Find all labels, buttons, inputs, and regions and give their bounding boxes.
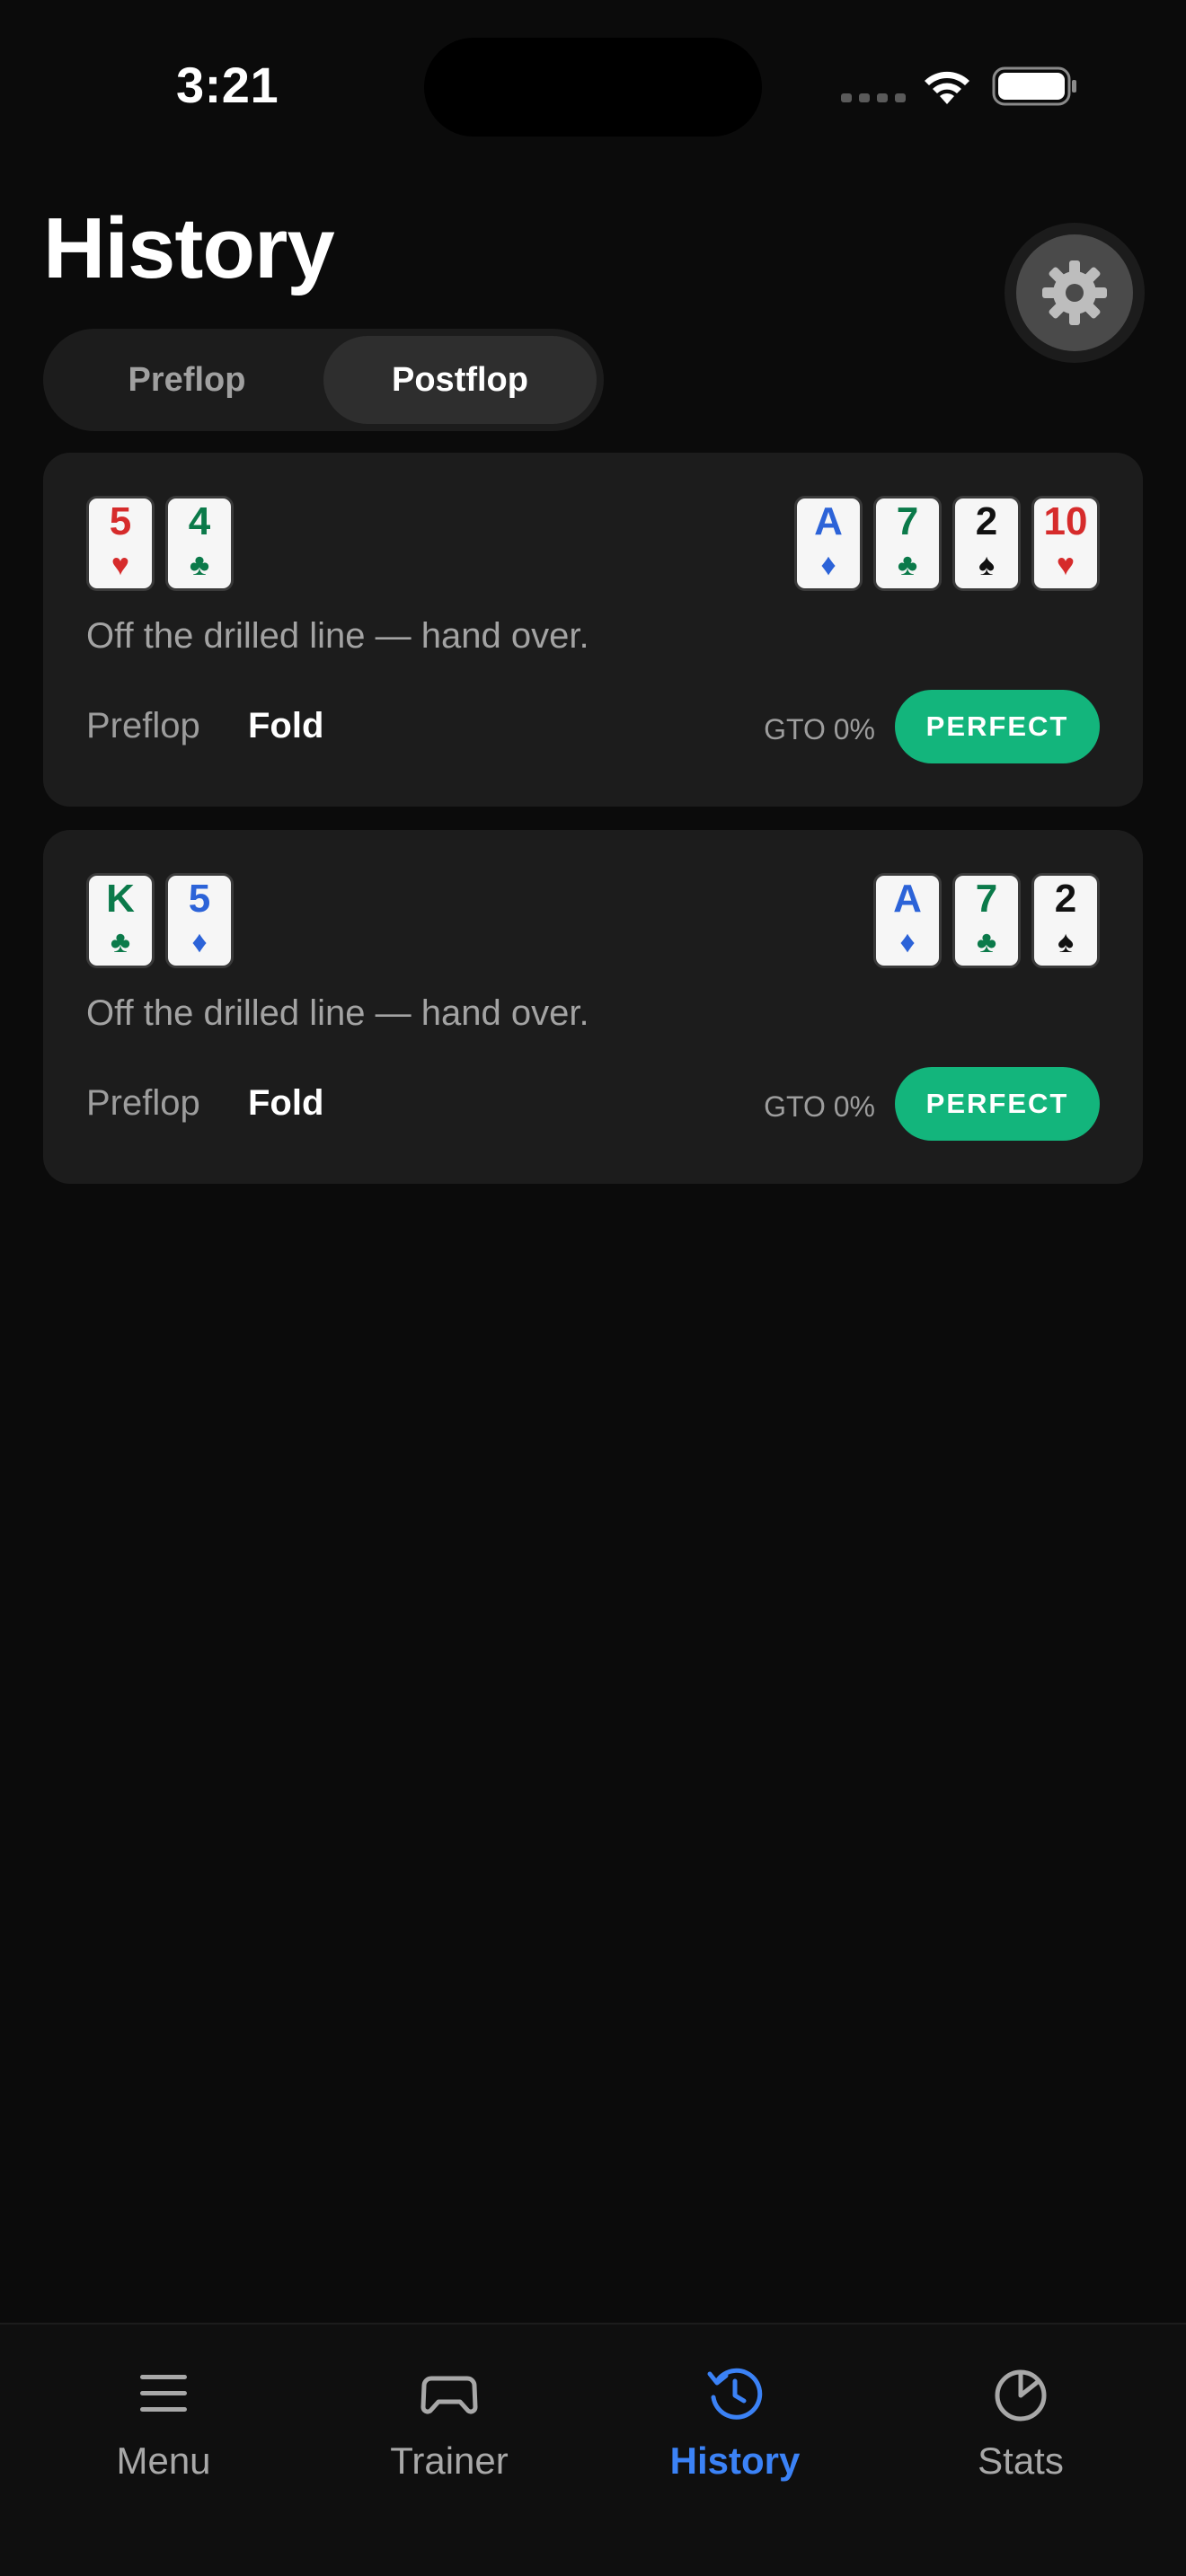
- playing-card: 2 ♠: [952, 496, 1021, 591]
- card-rank: A: [893, 877, 922, 921]
- street-label: Preflop: [86, 706, 200, 745]
- tab-menu[interactable]: Menu: [56, 2360, 271, 2483]
- card-rank: 5: [109, 499, 132, 543]
- playing-card: A ♦: [794, 496, 863, 591]
- club-suit-icon: ♣: [110, 925, 131, 959]
- club-suit-icon: ♣: [897, 548, 918, 582]
- street-label: Preflop: [86, 1083, 200, 1123]
- card-rank: 4: [188, 499, 211, 543]
- card-rank: 7: [975, 877, 998, 921]
- card-rank: 10: [1043, 499, 1088, 543]
- tab-history[interactable]: History: [627, 2360, 843, 2483]
- playing-card: A ♦: [873, 873, 942, 968]
- wifi-icon: [920, 65, 974, 112]
- card-rank: 7: [896, 499, 919, 543]
- gear-icon: [1042, 260, 1107, 325]
- grade-badge: PERFECT: [895, 690, 1100, 763]
- board-cards: A ♦ 7 ♣ 2 ♠ 10 ♥: [794, 496, 1100, 591]
- diamond-suit-icon: ♦: [899, 925, 916, 959]
- tab-bar: Menu Trainer History Stats: [0, 2323, 1186, 2576]
- dynamic-island: [424, 38, 762, 137]
- history-screen: 3:21 History Preflop Postflop 5 ♥ 4 ♣ A …: [0, 0, 1186, 2576]
- status-time: 3:21: [176, 57, 279, 113]
- playing-card: 7 ♣: [952, 873, 1021, 968]
- hand-history-card[interactable]: K ♣ 5 ♦ A ♦ 7 ♣ 2 ♠ Off the drilled line…: [43, 830, 1143, 1184]
- playing-card: K ♣: [86, 873, 155, 968]
- spade-suit-icon: ♠: [978, 548, 996, 582]
- hand-description: Off the drilled line — hand over.: [86, 993, 589, 1033]
- gto-frequency: GTO 0%: [764, 1090, 875, 1123]
- heart-suit-icon: ♥: [1056, 548, 1075, 582]
- hole-cards: K ♣ 5 ♦: [86, 873, 234, 968]
- menu-icon: [138, 2360, 189, 2427]
- gto-frequency: GTO 0%: [764, 713, 875, 745]
- tab-label: Trainer: [390, 2439, 509, 2482]
- playing-card: 7 ♣: [873, 496, 942, 591]
- diamond-suit-icon: ♦: [820, 548, 836, 582]
- tab-label: Menu: [116, 2439, 211, 2482]
- action-label: Fold: [248, 1083, 324, 1123]
- gamepad-icon: [420, 2360, 478, 2427]
- card-rank: A: [814, 499, 843, 543]
- card-rank: 2: [975, 499, 998, 543]
- spade-suit-icon: ♠: [1057, 925, 1075, 959]
- tab-label: Stats: [978, 2439, 1064, 2482]
- card-rank: 2: [1054, 877, 1077, 921]
- cellular-signal-icon: [841, 93, 906, 102]
- segment-postflop[interactable]: Postflop: [323, 336, 597, 424]
- diamond-suit-icon: ♦: [191, 925, 208, 959]
- card-rank: K: [106, 877, 135, 921]
- tab-label: History: [669, 2439, 801, 2482]
- hand-history-card[interactable]: 5 ♥ 4 ♣ A ♦ 7 ♣ 2 ♠ 10 ♥ Off the drilled…: [43, 453, 1143, 807]
- playing-card: 4 ♣: [165, 496, 234, 591]
- club-suit-icon: ♣: [189, 548, 210, 582]
- playing-card: 10 ♥: [1031, 496, 1100, 591]
- settings-button-surface: [1016, 234, 1133, 351]
- hole-cards: 5 ♥ 4 ♣: [86, 496, 234, 591]
- heart-suit-icon: ♥: [111, 548, 130, 582]
- hand-description: Off the drilled line — hand over.: [86, 616, 589, 656]
- segment-preflop[interactable]: Preflop: [50, 336, 323, 424]
- pie-chart-icon: [992, 2360, 1049, 2427]
- card-rank: 5: [188, 877, 211, 921]
- tab-stats[interactable]: Stats: [913, 2360, 1128, 2483]
- grade-badge: PERFECT: [895, 1067, 1100, 1141]
- club-suit-icon: ♣: [976, 925, 997, 959]
- action-label: Fold: [248, 706, 324, 745]
- page-title: History: [43, 200, 335, 296]
- playing-card: 5 ♥: [86, 496, 155, 591]
- history-icon: [706, 2360, 764, 2427]
- playing-card: 5 ♦: [165, 873, 234, 968]
- board-cards: A ♦ 7 ♣ 2 ♠: [873, 873, 1100, 968]
- battery-icon: [992, 65, 1078, 112]
- settings-button[interactable]: [1005, 223, 1145, 363]
- tab-trainer[interactable]: Trainer: [341, 2360, 557, 2483]
- street-segmented-control: Preflop Postflop: [43, 329, 604, 431]
- playing-card: 2 ♠: [1031, 873, 1100, 968]
